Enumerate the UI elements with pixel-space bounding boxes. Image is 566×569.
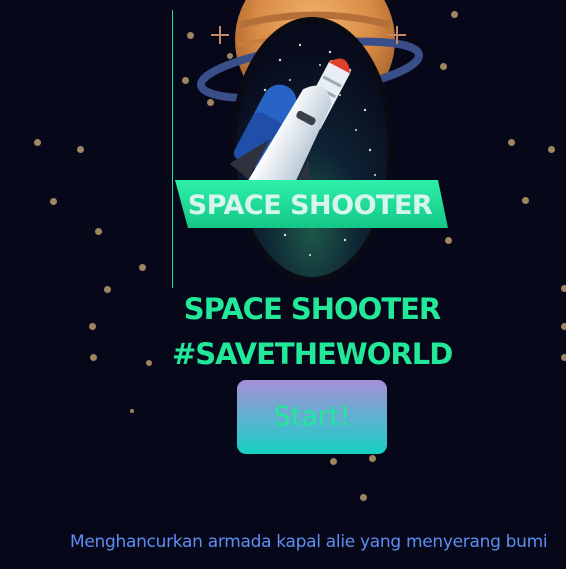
star-dot	[360, 494, 367, 501]
logo-banner: SPACE SHOOTER	[175, 180, 448, 228]
star-dot	[77, 146, 84, 153]
star-dot	[89, 323, 96, 330]
game-tagline: #SAVETHEWORLD	[172, 337, 453, 371]
star-dot	[548, 146, 555, 153]
star-dot	[561, 285, 566, 292]
star-dot	[369, 455, 376, 462]
game-title: SPACE SHOOTER	[183, 292, 442, 326]
star-dot	[508, 139, 515, 146]
star-dot	[561, 323, 566, 330]
star-dot	[104, 286, 111, 293]
star-dot	[130, 409, 134, 413]
game-screen: SPACE SHOOTER SPACE SHOOTER #SAVETHEWORL…	[0, 0, 566, 569]
star-dot	[50, 198, 57, 205]
star-dot	[561, 354, 566, 361]
logo-banner-text: SPACE SHOOTER	[188, 190, 433, 221]
star-dot	[146, 360, 152, 366]
game-logo: SPACE SHOOTER	[175, 0, 448, 283]
star-dot	[95, 228, 102, 235]
star-dot	[139, 264, 146, 271]
star-dot	[90, 354, 97, 361]
star-dot	[330, 458, 337, 465]
game-description: Menghancurkan armada kapal alie yang men…	[70, 532, 548, 552]
star-dot	[522, 197, 529, 204]
start-button[interactable]: Start!	[237, 380, 387, 454]
star-dot	[34, 139, 41, 146]
